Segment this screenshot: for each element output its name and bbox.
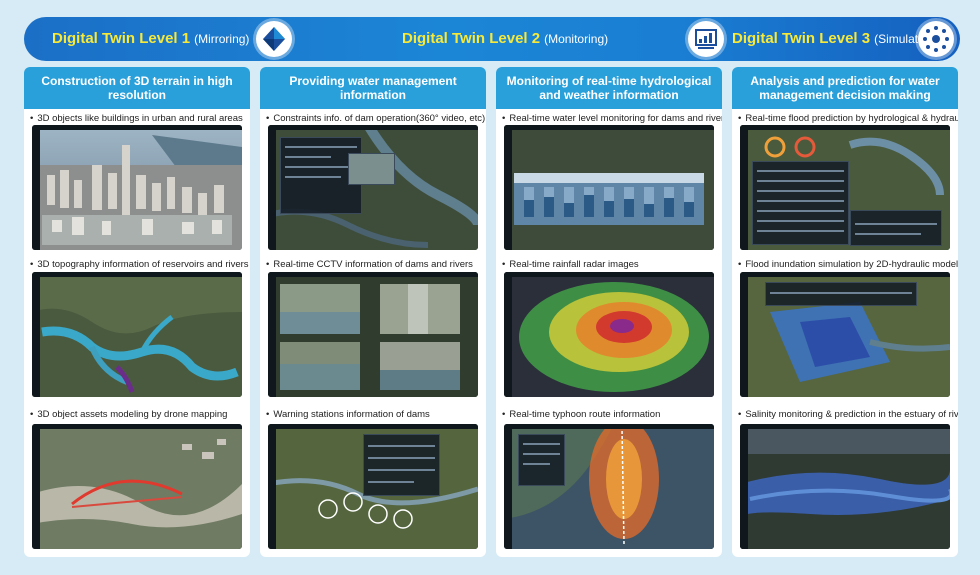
- app-toolbar: [268, 125, 478, 130]
- app-toolbar: [32, 272, 242, 277]
- level2-title: Digital Twin Level 2: [402, 30, 541, 47]
- screenshot-water-level: [504, 125, 714, 250]
- app-sidebar: [504, 130, 512, 250]
- level-banner: Digital Twin Level 1 (Mirroring) Digital …: [24, 17, 960, 61]
- item-label: Warning stations information of dams: [266, 409, 429, 420]
- screenshot-salinity: [740, 424, 950, 549]
- column-header: Providing water management information: [260, 67, 486, 109]
- level2-subtitle: (Monitoring): [544, 32, 609, 46]
- app-toolbar: [740, 424, 950, 429]
- screenshot-cctv: [268, 272, 478, 397]
- column-terrain: Construction of 3D terrain in high resol…: [24, 67, 250, 557]
- screenshot-rainfall-radar: [504, 272, 714, 397]
- chart-panel: [850, 210, 942, 246]
- level1-title: Digital Twin Level 1: [52, 30, 191, 47]
- video-thumbnail: [348, 153, 395, 185]
- app-toolbar: [504, 424, 714, 429]
- app-toolbar: [268, 272, 478, 277]
- column-header: Analysis and prediction for water manage…: [732, 67, 958, 109]
- screenshot-warning-stations: [268, 424, 478, 549]
- level3-title: Digital Twin Level 3: [732, 30, 871, 47]
- typhoon-info-panel: [518, 434, 565, 486]
- dashboard-chart-icon: [688, 21, 724, 57]
- app-sidebar: [504, 429, 512, 549]
- item-label: Real-time rainfall radar images: [502, 259, 638, 270]
- column-header: Construction of 3D terrain in high resol…: [24, 67, 250, 109]
- compass-icon: [256, 21, 292, 57]
- level1-subtitle: (Mirroring): [194, 32, 250, 46]
- app-toolbar: [504, 272, 714, 277]
- app-toolbar: [504, 125, 714, 130]
- item-label: 3D object assets modeling by drone mappi…: [30, 409, 227, 420]
- app-sidebar: [740, 277, 748, 397]
- app-toolbar: [740, 272, 950, 277]
- screenshot-3d-buildings: [32, 125, 242, 250]
- app-sidebar: [268, 130, 276, 250]
- app-sidebar: [32, 130, 40, 250]
- item-label: Constraints info. of dam operation(360° …: [266, 113, 485, 124]
- app-toolbar: [32, 424, 242, 429]
- item-label: Real-time CCTV information of dams and r…: [266, 259, 473, 270]
- app-sidebar: [32, 429, 40, 549]
- screenshot-inundation: [740, 272, 950, 397]
- item-label: Real-time typhoon route information: [502, 409, 660, 420]
- app-sidebar: [268, 277, 276, 397]
- item-label: Real-time flood prediction by hydrologic…: [738, 113, 958, 124]
- app-toolbar: [32, 125, 242, 130]
- app-sidebar: [268, 429, 276, 549]
- screenshot-drone-mapping: [32, 424, 242, 549]
- screenshot-flood-prediction: [740, 125, 950, 250]
- screenshot-dam-constraints: [268, 125, 478, 250]
- screenshot-typhoon-route: [504, 424, 714, 549]
- item-label: 3D topography information of reservoirs …: [30, 259, 248, 270]
- inundation-stats-panel: [765, 282, 917, 306]
- app-sidebar: [740, 429, 748, 549]
- level3-label: Digital Twin Level 3 (Simulation): [732, 17, 938, 61]
- item-label: Real-time water level monitoring for dam…: [502, 113, 722, 124]
- network-icon: [918, 21, 954, 57]
- station-info-panel: [363, 434, 440, 496]
- app-sidebar: [504, 277, 512, 397]
- column-header: Monitoring of real-time hydrological and…: [496, 67, 722, 109]
- screenshot-topography: [32, 272, 242, 397]
- app-toolbar: [268, 424, 478, 429]
- item-label: Flood inundation simulation by 2D-hydrau…: [738, 259, 958, 270]
- level2-label: Digital Twin Level 2 (Monitoring): [402, 17, 608, 61]
- item-label: Salinity monitoring & prediction in the …: [738, 409, 958, 420]
- app-toolbar: [740, 125, 950, 130]
- column-water-info: Providing water management information C…: [260, 67, 486, 557]
- prediction-table: [752, 161, 849, 245]
- column-monitoring: Monitoring of real-time hydrological and…: [496, 67, 722, 557]
- app-sidebar: [740, 130, 748, 250]
- level1-label: Digital Twin Level 1 (Mirroring): [52, 17, 249, 61]
- item-label: 3D objects like buildings in urban and r…: [30, 113, 242, 124]
- column-analysis: Analysis and prediction for water manage…: [732, 67, 958, 557]
- app-sidebar: [32, 277, 40, 397]
